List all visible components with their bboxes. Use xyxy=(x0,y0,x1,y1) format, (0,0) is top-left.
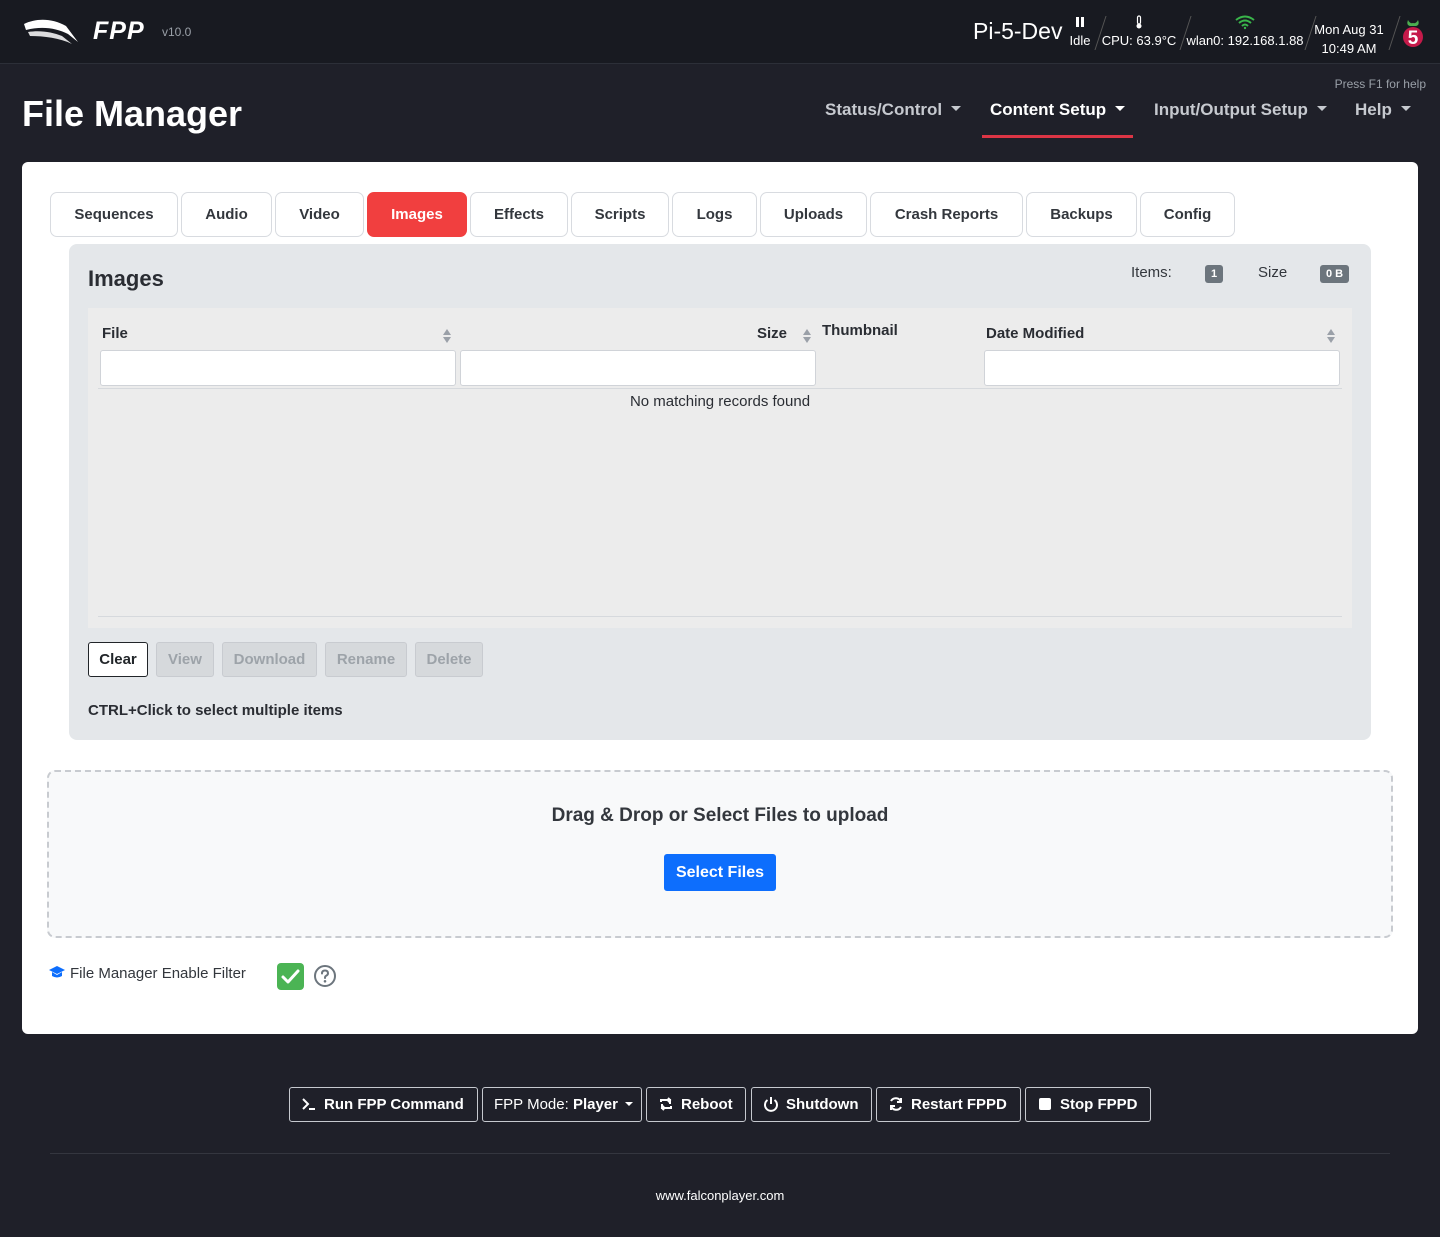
shutdown-button[interactable]: Shutdown xyxy=(751,1087,872,1122)
size-filter-input[interactable] xyxy=(460,350,816,386)
nav-content-setup[interactable]: Content Setup xyxy=(981,100,1134,138)
caret-down-icon xyxy=(951,106,962,111)
panel-title: Images xyxy=(88,266,164,291)
file-manager-filter-setting: File Manager Enable Filter xyxy=(48,962,248,985)
restart-fppd-button[interactable]: Restart FPPD xyxy=(876,1087,1021,1122)
cpu-temp-text: CPU: 63.9°C xyxy=(1101,33,1177,48)
caret-down-icon xyxy=(1115,106,1126,111)
dropzone-title: Drag & Drop or Select Files to upload xyxy=(551,805,889,826)
falcon-logo-icon[interactable] xyxy=(22,16,82,46)
delete-button[interactable]: Delete xyxy=(415,642,483,677)
page-title: File Manager xyxy=(22,93,243,134)
thermometer-icon xyxy=(1136,15,1142,29)
run-fpp-command-button[interactable]: Run FPP Command xyxy=(289,1087,478,1122)
size-badge: 0 B xyxy=(1320,265,1350,283)
tab-sequences[interactable]: Sequences xyxy=(50,192,178,237)
tab-images[interactable]: Images xyxy=(367,192,467,237)
tab-backups[interactable]: Backups xyxy=(1026,192,1137,237)
tab-crash-reports[interactable]: Crash Reports xyxy=(870,192,1023,237)
view-button[interactable]: View xyxy=(156,642,214,677)
board-badge: 5 xyxy=(1408,28,1419,49)
hostname: Pi-5-Dev xyxy=(973,18,1063,44)
status-text: Idle xyxy=(1069,33,1091,48)
network-text: wlan0: 192.168.1.88 xyxy=(1186,33,1304,48)
nav-status-control[interactable]: Status/Control xyxy=(825,100,962,138)
divider xyxy=(98,388,1342,389)
caret-down-icon xyxy=(1400,106,1411,111)
caret-down-icon xyxy=(624,1102,633,1106)
version-label: v10.0 xyxy=(162,25,192,39)
column-header-thumbnail: Thumbnail xyxy=(822,322,898,339)
items-label: Items: xyxy=(1131,264,1172,281)
tab-logs[interactable]: Logs xyxy=(672,192,757,237)
enable-filter-checkbox[interactable] xyxy=(277,963,304,990)
help-icon[interactable] xyxy=(313,964,337,988)
reboot-icon xyxy=(660,1097,672,1111)
date-text: Mon Aug 31 xyxy=(1314,22,1384,37)
graduation-cap-icon xyxy=(49,966,65,978)
tab-effects[interactable]: Effects xyxy=(470,192,568,237)
date-filter-input[interactable] xyxy=(984,350,1340,386)
select-files-button[interactable]: Select Files xyxy=(664,854,776,891)
top-bar: FPP v10.0 Pi-5-Dev Idle CPU: 63.9°C wlan… xyxy=(0,0,1440,64)
pause-icon xyxy=(1076,17,1084,27)
rename-button[interactable]: Rename xyxy=(325,642,407,677)
tab-audio[interactable]: Audio xyxy=(181,192,272,237)
sort-icon[interactable] xyxy=(1326,328,1336,344)
divider xyxy=(50,1153,1390,1154)
clock: Mon Aug 31 10:49 AM xyxy=(1312,20,1386,58)
file-manager-card: Sequences Audio Video Images Effects Scr… xyxy=(22,162,1418,1034)
tab-config[interactable]: Config xyxy=(1140,192,1235,237)
fpp-mode-dropdown[interactable]: FPP Mode: Player xyxy=(482,1087,642,1122)
nav-help[interactable]: Help xyxy=(1355,100,1411,138)
help-hint: Press F1 for help xyxy=(1334,77,1426,91)
column-header-file[interactable]: File xyxy=(102,325,128,342)
check-icon xyxy=(281,969,300,984)
empty-message: No matching records found xyxy=(629,393,811,410)
wifi-icon xyxy=(1235,15,1255,30)
stop-icon xyxy=(1039,1098,1051,1110)
time-text: 10:49 AM xyxy=(1321,41,1377,56)
stop-fppd-button[interactable]: Stop FPPD xyxy=(1025,1087,1151,1122)
files-table: File Size Thumbnail Date Modified No mat… xyxy=(88,308,1352,628)
column-header-date-modified[interactable]: Date Modified xyxy=(986,325,1084,342)
sort-icon[interactable] xyxy=(802,328,812,344)
tab-uploads[interactable]: Uploads xyxy=(760,192,867,237)
cpu-temp[interactable]: CPU: 63.9°C xyxy=(1101,14,1177,48)
raspberry-pi-icon[interactable]: 5 xyxy=(1400,17,1426,49)
caret-down-icon xyxy=(1316,106,1327,111)
brand-name: FPP xyxy=(93,17,145,45)
file-filter-input[interactable] xyxy=(100,350,456,386)
multi-select-hint: CTRL+Click to select multiple items xyxy=(88,702,343,719)
power-icon xyxy=(764,1097,778,1112)
divider xyxy=(1388,16,1401,50)
sort-icon[interactable] xyxy=(442,328,452,344)
refresh-icon xyxy=(890,1097,902,1111)
download-button[interactable]: Download xyxy=(222,642,317,677)
setting-label-text: File Manager Enable Filter xyxy=(70,965,246,982)
terminal-icon xyxy=(302,1098,315,1110)
column-header-size[interactable]: Size xyxy=(757,325,787,342)
nav-input-output-setup[interactable]: Input/Output Setup xyxy=(1154,100,1327,138)
upload-dropzone[interactable]: Drag & Drop or Select Files to upload Se… xyxy=(47,770,1393,938)
tab-scripts[interactable]: Scripts xyxy=(571,192,669,237)
images-panel: Images Items: 1 Size 0 B File Size Thumb… xyxy=(69,244,1371,740)
tab-video[interactable]: Video xyxy=(275,192,364,237)
divider xyxy=(98,616,1342,617)
network-status[interactable]: wlan0: 192.168.1.88 xyxy=(1186,14,1304,48)
clear-button[interactable]: Clear xyxy=(88,642,148,677)
items-count-badge: 1 xyxy=(1205,265,1224,283)
size-label: Size xyxy=(1258,264,1288,281)
reboot-button[interactable]: Reboot xyxy=(646,1087,746,1122)
player-status[interactable]: Idle xyxy=(1068,14,1092,48)
falconplayer-link[interactable]: www.falconplayer.com xyxy=(0,1188,1440,1203)
